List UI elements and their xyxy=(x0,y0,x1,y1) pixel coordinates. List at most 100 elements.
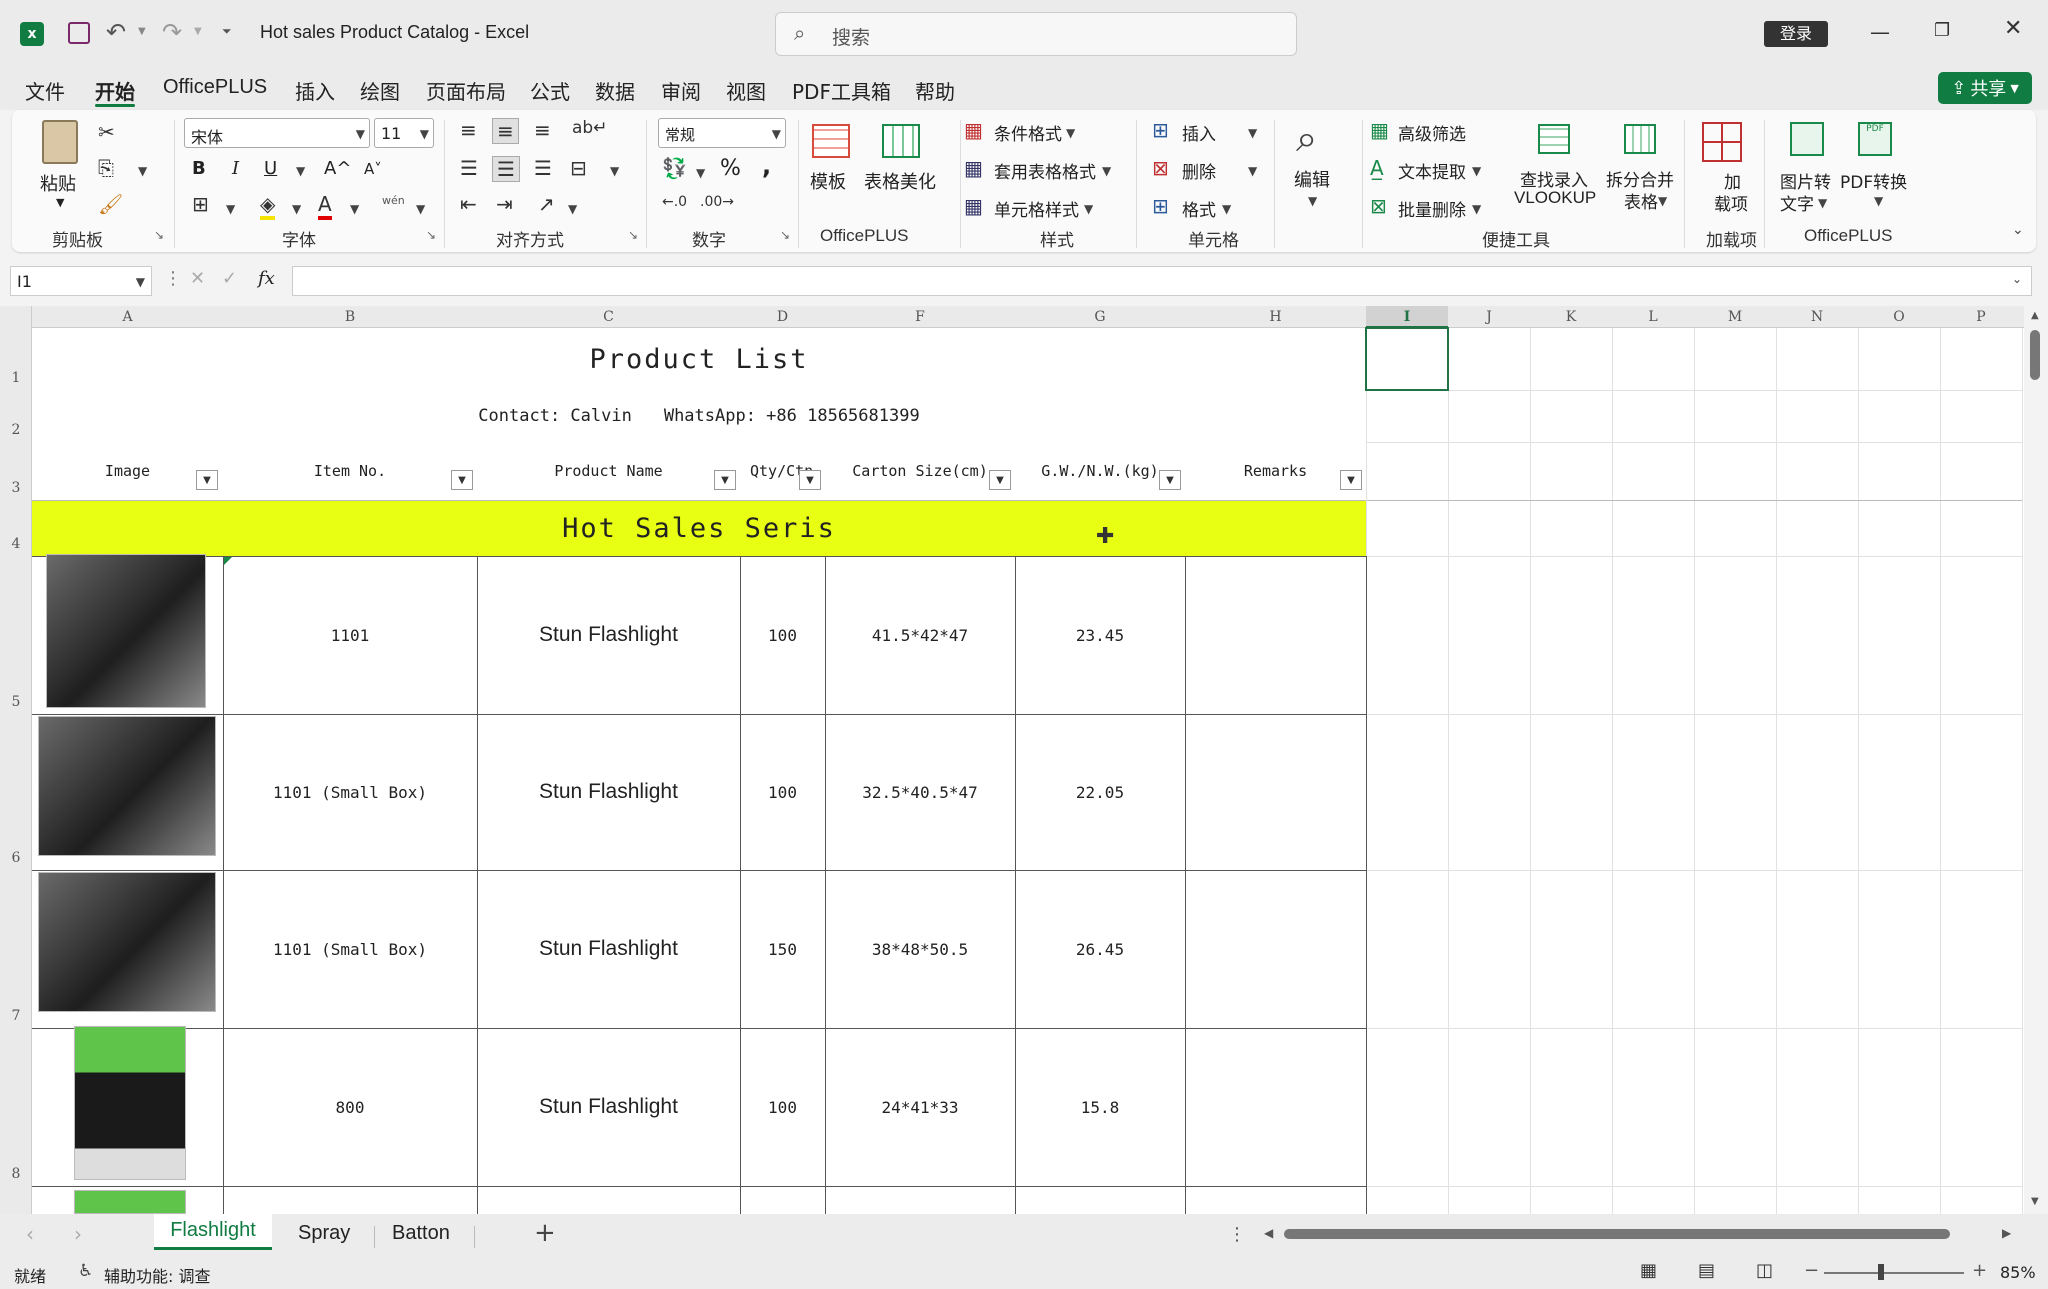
redo-dropdown-icon[interactable]: ▼ xyxy=(194,26,202,37)
row-header-3[interactable]: 3 xyxy=(0,442,32,500)
phonetic-button[interactable]: wén xyxy=(382,194,405,207)
format-cells-icon[interactable]: ⊞ xyxy=(1152,194,1169,218)
delete-cells-icon[interactable]: ⊠ xyxy=(1152,156,1169,180)
carton-size-cell[interactable]: 32.5*40.5*47 xyxy=(825,714,1015,870)
header-carton-size[interactable]: Carton Size(cm) xyxy=(825,442,1015,500)
addins-icon[interactable] xyxy=(1702,122,1742,162)
font-color-dropdown-icon[interactable]: ▼ xyxy=(350,202,359,216)
align-top-icon[interactable]: ≡ xyxy=(460,118,477,142)
grow-font-button[interactable]: A^ xyxy=(324,158,351,179)
filter-dropdown-weight[interactable]: ▼ xyxy=(1159,470,1181,490)
page-break-view-icon[interactable]: ◫ xyxy=(1756,1260,1773,1281)
carton-size-cell[interactable]: 38*48*50.5 xyxy=(825,870,1015,1028)
insert-function-button[interactable]: fx xyxy=(258,268,275,289)
col-header-h[interactable]: H xyxy=(1185,306,1366,328)
addins-label-2[interactable]: 载项 xyxy=(1714,190,1748,215)
merge-center-icon[interactable]: ⊟ xyxy=(570,156,587,180)
col-header-l[interactable]: L xyxy=(1612,306,1694,328)
merge-dropdown-icon[interactable]: ▼ xyxy=(610,164,619,178)
undo-icon[interactable]: ↶ xyxy=(106,18,126,46)
tab-help[interactable]: 帮助 xyxy=(915,76,955,105)
weight-cell[interactable]: 15.8 xyxy=(1015,1028,1185,1186)
editing-dropdown-icon[interactable]: ▼ xyxy=(1308,194,1317,208)
tab-file[interactable]: 文件 xyxy=(25,76,65,105)
text-extract-button[interactable]: 文本提取 xyxy=(1398,158,1466,183)
batch-delete-dropdown-icon[interactable]: ▼ xyxy=(1472,202,1481,216)
tab-review[interactable]: 审阅 xyxy=(661,76,701,105)
format-as-table-icon[interactable]: ▦ xyxy=(964,156,983,180)
remarks-cell[interactable] xyxy=(1185,556,1366,714)
borders-dropdown-icon[interactable]: ▼ xyxy=(226,202,235,216)
worksheet[interactable]: A B C D F G H I J K L M N O P 1 2 3 4 5 … xyxy=(0,306,2048,1214)
table-beautify-button[interactable]: 表格美化 xyxy=(864,168,936,194)
cell-styles-icon[interactable]: ▦ xyxy=(964,194,983,218)
tab-view[interactable]: 视图 xyxy=(726,76,766,105)
pdf-convert-button[interactable]: PDF转换 xyxy=(1840,168,1907,193)
align-middle-icon[interactable]: ≡ xyxy=(492,118,519,144)
name-box[interactable]: I1 ▼ xyxy=(10,266,152,296)
underline-dropdown-icon[interactable]: ▼ xyxy=(296,164,305,178)
customize-toolbar-icon[interactable]: ⏷ xyxy=(222,24,232,39)
orientation-icon[interactable]: ↗ xyxy=(538,192,555,216)
expand-formula-icon[interactable]: ⌄ xyxy=(2012,272,2022,286)
percent-button[interactable]: % xyxy=(720,156,741,181)
image-to-text-dropdown-icon[interactable]: ▼ xyxy=(1818,196,1827,210)
copy-dropdown-icon[interactable]: ▼ xyxy=(138,164,147,178)
decrease-decimal-icon[interactable]: .00→ xyxy=(700,194,734,210)
qty-cell[interactable]: 100 xyxy=(740,1028,825,1186)
product-name-cell[interactable]: Stun Flashlight xyxy=(477,714,740,870)
minimize-icon[interactable]: — xyxy=(1870,20,1890,44)
close-icon[interactable]: ✕ xyxy=(2004,16,2022,41)
product-image[interactable] xyxy=(38,716,216,856)
increase-indent-icon[interactable]: ⇥ xyxy=(496,192,513,216)
find-icon[interactable]: ⌕ xyxy=(1296,116,1317,161)
row-header-2[interactable]: 2 xyxy=(0,390,32,442)
number-format-select[interactable]: 常规 ▼ xyxy=(658,118,786,148)
header-image[interactable]: Image xyxy=(32,442,223,500)
scroll-down-icon[interactable]: ▼ xyxy=(2031,1196,2039,1207)
filter-dropdown-carton-size[interactable]: ▼ xyxy=(989,470,1011,490)
format-as-table-button[interactable]: 套用表格格式 xyxy=(994,158,1096,183)
align-center-icon[interactable]: ☰ xyxy=(492,156,520,182)
col-header-p[interactable]: P xyxy=(1940,306,2022,328)
zoom-slider-track[interactable] xyxy=(1824,1272,1964,1274)
format-painter-icon[interactable]: 🖌 xyxy=(98,192,123,216)
product-name-cell[interactable]: Stun Flashlight xyxy=(477,1028,740,1186)
cancel-entry-icon[interactable]: ✕ xyxy=(190,268,205,289)
cell-styles-dropdown-icon[interactable]: ▼ xyxy=(1084,202,1093,216)
split-merge-icon[interactable] xyxy=(1624,124,1656,154)
col-header-i[interactable]: I xyxy=(1366,306,1448,328)
split-merge-dropdown-icon[interactable]: ▼ xyxy=(1658,194,1667,208)
row-header-1[interactable]: 1 xyxy=(0,328,32,390)
col-header-b[interactable]: B xyxy=(223,306,477,328)
row-header-7[interactable]: 7 xyxy=(0,870,32,1028)
qty-cell[interactable]: 150 xyxy=(740,870,825,1028)
paste-dropdown-icon[interactable]: ▼ xyxy=(56,196,64,209)
row-header-4[interactable]: 4 xyxy=(0,500,32,556)
zoom-level[interactable]: 85% xyxy=(2000,1263,2036,1282)
tab-officeplus[interactable]: OfficePLUS xyxy=(163,76,267,99)
fill-color-dropdown-icon[interactable]: ▼ xyxy=(292,202,301,216)
add-sheet-button[interactable]: + xyxy=(534,1218,556,1248)
editing-button[interactable]: 编辑 xyxy=(1294,166,1330,192)
comma-button[interactable]: , xyxy=(762,152,771,180)
section-banner[interactable]: Hot Sales Seris xyxy=(32,501,1366,556)
delete-cells-button[interactable]: 删除 xyxy=(1182,158,1216,183)
conditional-format-button[interactable]: 条件格式 xyxy=(994,120,1062,145)
conditional-format-dropdown-icon[interactable]: ▼ xyxy=(1066,126,1075,140)
font-size-select[interactable]: 11 ▼ xyxy=(374,118,434,148)
advanced-filter-button[interactable]: 高级筛选 xyxy=(1398,120,1466,145)
format-as-table-dropdown-icon[interactable]: ▼ xyxy=(1102,164,1111,178)
wrap-text-icon[interactable]: ab↵ xyxy=(572,118,607,138)
horizontal-scroll-thumb[interactable] xyxy=(1284,1229,1950,1239)
scroll-right-icon[interactable]: ▶ xyxy=(2002,1226,2011,1240)
tab-insert[interactable]: 插入 xyxy=(295,76,335,105)
conditional-format-icon[interactable]: ▦ xyxy=(964,118,983,142)
filter-dropdown-image[interactable]: ▼ xyxy=(196,470,218,490)
beautify-icon[interactable] xyxy=(882,124,920,158)
remarks-cell[interactable] xyxy=(1185,1028,1366,1186)
horizontal-scrollbar[interactable]: ◀ ▶ xyxy=(1262,1224,2018,1244)
next-sheet-icon[interactable]: › xyxy=(74,1222,82,1246)
item-no-cell[interactable]: 1101 xyxy=(223,556,477,714)
increase-decimal-icon[interactable]: ←.0 xyxy=(662,194,687,210)
